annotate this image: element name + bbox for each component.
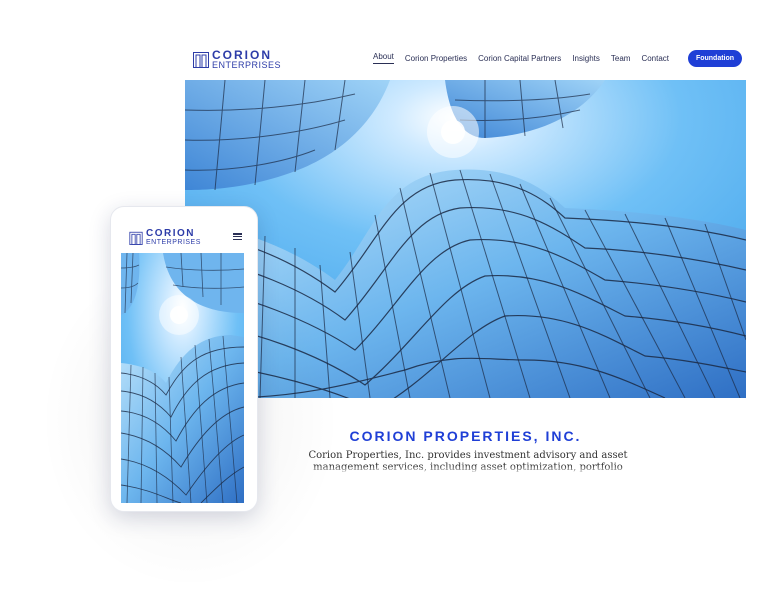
mobile-hero-image xyxy=(121,253,244,503)
skyscraper-photo xyxy=(121,253,244,503)
main-nav: About Corion Properties Corion Capital P… xyxy=(373,52,680,64)
logo-mark-icon xyxy=(129,231,143,245)
nav-about[interactable]: About xyxy=(373,52,394,64)
text-fade xyxy=(285,466,655,478)
logo-word-2: ENTERPRISES xyxy=(212,60,282,70)
logo-mark-icon xyxy=(193,52,209,68)
nav-corion-properties[interactable]: Corion Properties xyxy=(405,54,467,63)
site-header: CORION ENTERPRISES About Corion Properti… xyxy=(185,38,746,80)
nav-insights[interactable]: Insights xyxy=(572,54,600,63)
logo-word-2: ENTERPRISES xyxy=(146,239,201,246)
foundation-button[interactable]: Foundation xyxy=(688,50,742,67)
mobile-logo[interactable]: CORION ENTERPRISES xyxy=(129,229,201,246)
site-logo[interactable]: CORION ENTERPRISES xyxy=(193,49,281,70)
mobile-mockup: CORION ENTERPRISES xyxy=(110,206,258,512)
logo-word-1: CORION xyxy=(146,228,195,239)
nav-team[interactable]: Team xyxy=(611,54,631,63)
nav-contact[interactable]: Contact xyxy=(641,54,669,63)
nav-corion-capital-partners[interactable]: Corion Capital Partners xyxy=(478,54,561,63)
hamburger-icon[interactable] xyxy=(233,233,242,240)
